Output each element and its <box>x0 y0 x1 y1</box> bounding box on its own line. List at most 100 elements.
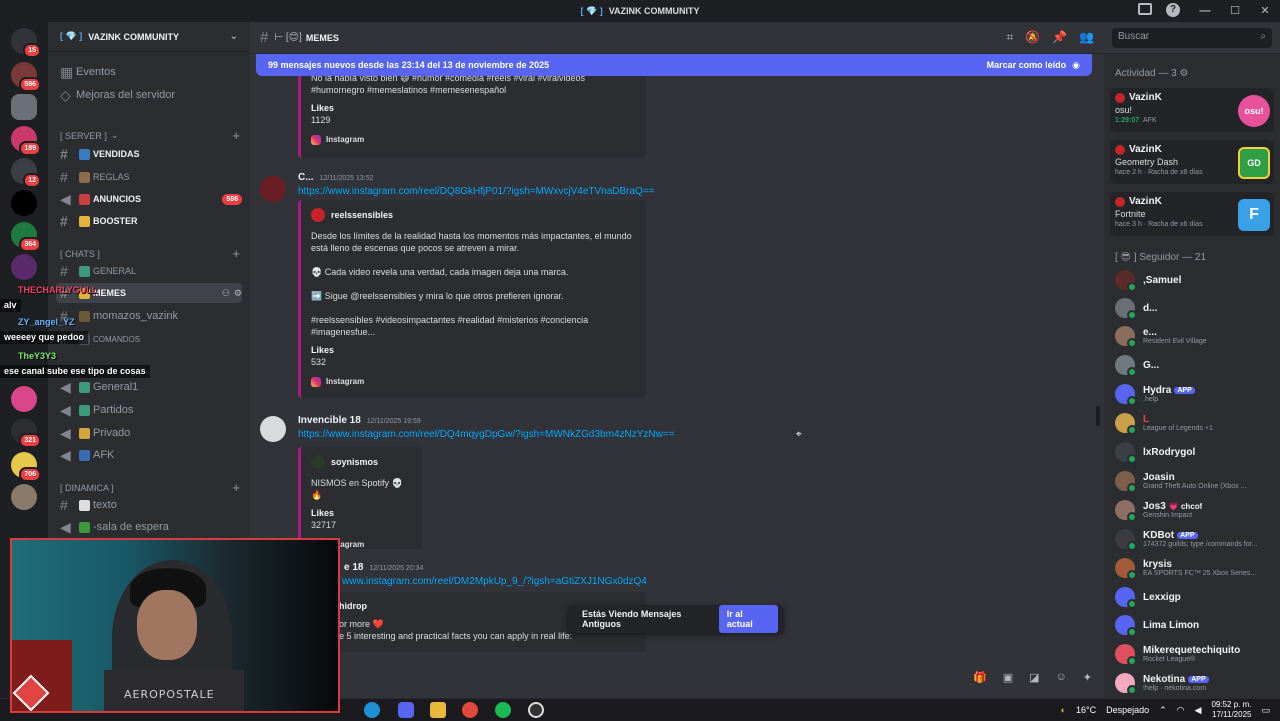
member-item[interactable]: L League of Legends +1 <box>1115 409 1275 437</box>
member-item[interactable]: KDBot APP 174372 guilds; type /commands fo… <box>1115 525 1275 553</box>
close-button[interactable]: ✕ <box>1250 0 1280 22</box>
avatar[interactable] <box>260 176 286 202</box>
maximize-button[interactable]: ☐ <box>1220 0 1250 22</box>
channel-ventas[interactable]: # VENDIDAS <box>56 144 242 164</box>
member-item[interactable]: d... <box>1115 294 1275 322</box>
voice-partidos[interactable]: ◀ Partidos <box>56 400 242 420</box>
channel-reglas[interactable]: # REGLAS <box>56 167 242 187</box>
member-item[interactable]: ,Samuel <box>1115 266 1275 294</box>
home-button[interactable]: 15 <box>11 28 41 58</box>
gif-icon[interactable]: ▣ <box>1003 671 1013 684</box>
activity-card[interactable]: VazinK Geometry Dash hace 2 h · Racha de… <box>1110 140 1274 184</box>
chevron-up-icon[interactable]: ⌃ <box>1159 705 1167 716</box>
clock[interactable]: 09:52 p. m. 17/11/2025 <box>1211 700 1251 720</box>
guild-icon[interactable] <box>11 254 37 280</box>
activity-elapsed: 1:29:07 <box>1115 117 1140 124</box>
obs-icon[interactable] <box>528 702 544 718</box>
category-chats[interactable]: [ CHATS ] + <box>60 246 240 261</box>
guild-icon[interactable]: 12 <box>11 158 41 188</box>
activity-card[interactable]: VazinK osu! 1:29:07 AFK osu! <box>1110 88 1274 132</box>
members-toggle-icon[interactable]: 👥 <box>1079 30 1094 45</box>
guild-icon[interactable] <box>11 386 37 412</box>
username[interactable]: Invencible 18 <box>298 415 361 426</box>
notifications-icon[interactable]: ▭ <box>1261 705 1270 716</box>
message-link[interactable]: https://www.instagram.com/reel/DQ4mqygDp… <box>298 429 675 440</box>
channel-anuncios[interactable]: ◀ ANUNCIOS 586 <box>56 189 242 209</box>
chevron-down-icon[interactable]: ⌄ <box>230 31 238 42</box>
server-header[interactable]: [ 💎 ] VAZINK COMMUNITY ⌄ <box>48 22 250 52</box>
composer-actions: 🎁 ▣ ◪ ☺ ✦ <box>973 671 1092 684</box>
apps-icon[interactable]: ✦ <box>1083 671 1092 684</box>
help-icon[interactable]: ? <box>1166 3 1180 17</box>
tiktok-guild-icon[interactable] <box>11 190 37 216</box>
member-activity: EA SPORTS FC™ 25 Xbox Series... <box>1143 570 1257 577</box>
file-explorer-icon[interactable] <box>430 702 446 718</box>
voice-general[interactable]: ◀ General1 <box>56 377 242 397</box>
member-item[interactable]: Joasin Grand Theft Auto Online (Xbox ... <box>1115 467 1275 495</box>
threads-icon[interactable]: ⌗ <box>1006 30 1013 45</box>
username[interactable]: e 18 <box>344 562 363 573</box>
volume-icon[interactable]: ◀ <box>1195 705 1202 716</box>
member-item[interactable]: Mikerequetechiquito Rocket League® <box>1115 640 1275 668</box>
guild-icon[interactable]: 364 <box>11 222 41 252</box>
minimize-button[interactable]: — <box>1190 0 1220 22</box>
embed-author[interactable]: reelssensibles <box>311 208 636 222</box>
member-item[interactable]: Jos3 💗 chcof Genshin Impact <box>1115 496 1275 524</box>
author-avatar <box>311 208 325 222</box>
new-messages-banner[interactable]: 99 mensajes nuevos desde las 23:14 del 1… <box>256 54 1092 76</box>
member-item[interactable]: Lima Limon <box>1115 611 1275 639</box>
edge-icon[interactable] <box>364 702 380 718</box>
guild-icon[interactable] <box>11 94 37 120</box>
pin-icon <box>79 193 90 205</box>
discord-taskbar-icon[interactable] <box>398 702 414 718</box>
message-link[interactable]: https://www.instagram.com/reel/DQ8GkHfjP… <box>298 186 655 197</box>
pin-icon[interactable]: 📌 <box>1052 30 1067 45</box>
add-channel-icon[interactable]: + <box>232 246 240 261</box>
sticker-icon[interactable]: ◪ <box>1029 671 1039 684</box>
avatar <box>1115 529 1137 551</box>
add-channel-icon[interactable]: + <box>232 128 240 143</box>
activity-card[interactable]: VazinK Fortnite hace 3 h · Racha de x6 d… <box>1110 192 1274 236</box>
voice-afk[interactable]: ◀ AFK <box>56 445 242 465</box>
member-item[interactable]: krysis EA SPORTS FC™ 25 Xbox Series... <box>1115 554 1275 582</box>
member-activity: Grand Theft Auto Online (Xbox ... <box>1143 483 1247 490</box>
chrome-icon[interactable] <box>462 702 478 718</box>
jump-to-present-button[interactable]: Ir al actual <box>718 605 778 633</box>
mute-icon[interactable]: 🔕 <box>1025 30 1040 45</box>
voice-sala[interactable]: ◀ -sala de espera <box>56 517 242 537</box>
member-item[interactable]: Nekotina APP !help · nekotina.com <box>1115 669 1275 697</box>
guild-icon[interactable]: 189 <box>11 126 41 156</box>
channel-texto[interactable]: # texto <box>56 495 242 515</box>
search-input[interactable]: Buscar ⌕ <box>1112 28 1272 48</box>
add-channel-icon[interactable]: + <box>232 480 240 495</box>
gear-icon[interactable]: ⚙ <box>1179 68 1188 79</box>
guild-icon[interactable]: 586 <box>11 62 41 92</box>
member-item[interactable]: Lexxigp <box>1115 583 1275 611</box>
category-server[interactable]: [ SERVER ] ⌄ + <box>60 128 240 143</box>
inbox-icon[interactable] <box>1138 3 1152 15</box>
guild-icon[interactable]: 321 <box>11 418 41 448</box>
boosts-item[interactable]: ◇ Mejoras del servidor <box>56 85 242 105</box>
member-item[interactable]: e... Resident Evil Village <box>1115 322 1275 350</box>
message-link[interactable]: www.instagram.com/reel/DM2MpkUp_9_/?igsh… <box>342 576 647 587</box>
member-item[interactable]: Hydra APP .help <box>1115 380 1275 408</box>
author-name: soynismos <box>331 457 379 467</box>
scrollbar-thumb[interactable] <box>1096 406 1100 426</box>
emoji-icon[interactable]: ☺ <box>1056 671 1067 684</box>
channel-booster[interactable]: # BOOSTER <box>56 211 242 231</box>
gift-icon[interactable]: 🎁 <box>973 671 987 684</box>
member-item[interactable]: lxRodrygol <box>1115 438 1275 466</box>
member-item[interactable]: G... <box>1115 351 1275 379</box>
channel-general[interactable]: # GENERAL <box>56 261 242 281</box>
mark-read-button[interactable]: Marcar como leído <box>987 60 1067 70</box>
category-dinamica[interactable]: [ DINAMICA ] + <box>60 480 240 495</box>
guild-icon[interactable]: 706 <box>11 452 41 482</box>
events-label: Eventos <box>76 66 116 78</box>
spotify-icon[interactable] <box>495 702 511 718</box>
voice-privado[interactable]: ◀ Privado <box>56 423 242 443</box>
embed-author[interactable]: soynismos <box>311 455 412 469</box>
username[interactable]: C... <box>298 172 314 183</box>
events-item[interactable]: ▦ Eventos <box>56 62 242 82</box>
guild-icon[interactable] <box>11 484 37 510</box>
avatar[interactable] <box>260 416 286 442</box>
